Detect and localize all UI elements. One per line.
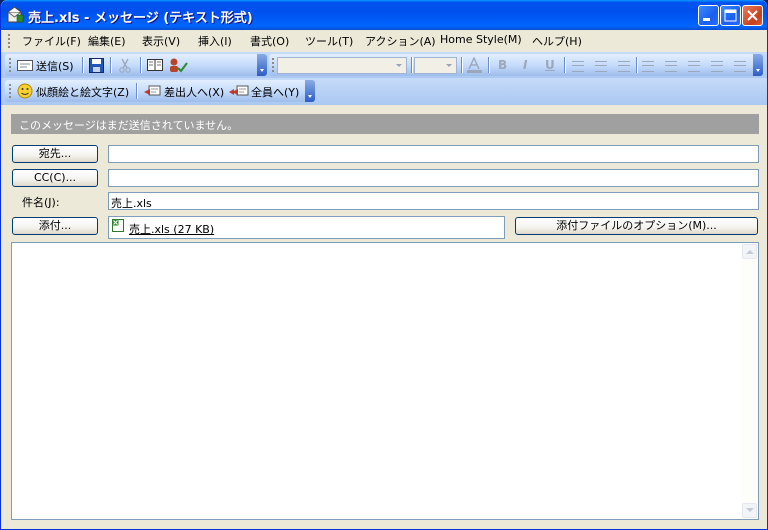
reply-sender-button[interactable]: 差出人へ(X) <box>164 84 224 100</box>
info-bar: このメッセージはまだ送信されていません。 <box>11 114 759 134</box>
toolbar-separator <box>140 57 142 73</box>
menu-grip[interactable] <box>8 34 11 50</box>
reply-all-button[interactable]: 全員へ(Y) <box>251 84 299 100</box>
toolbar-grip[interactable] <box>9 58 12 74</box>
toolbar-band-1: 送信(S) B I U <box>1 52 767 78</box>
menu-bar: ファイル(F) 編集(E) 表示(V) 挿入(I) 書式(O) ツール(T) ア… <box>1 30 767 51</box>
message-window: 売上.xls - メッセージ (テキスト形式) ファイル(F) 編集(E) 表示… <box>0 0 768 530</box>
cc-field[interactable] <box>108 169 759 187</box>
toolbar-overflow-button[interactable] <box>753 54 763 76</box>
align-left-icon[interactable] <box>572 61 584 72</box>
menu-actions[interactable]: アクション(A) <box>365 33 436 49</box>
subject-field[interactable]: 売上.xls <box>108 192 759 210</box>
decrease-indent-icon[interactable] <box>688 61 700 72</box>
toolbar-separator <box>564 57 566 73</box>
message-body[interactable] <box>11 242 759 520</box>
title-bar[interactable]: 売上.xls - メッセージ (テキスト形式) <box>1 0 767 30</box>
formatting-toolbar: B I U <box>269 54 763 76</box>
message-window-icon <box>7 6 24 23</box>
toolbar-grip[interactable] <box>272 58 275 74</box>
send-icon <box>17 60 33 71</box>
toolbar-grip[interactable] <box>9 84 12 100</box>
horizontal-line-icon[interactable] <box>734 61 746 72</box>
reply-toolbar: 似顔絵と絵文字(Z) 差出人へ(X) 全員へ(Y) <box>5 80 315 102</box>
toolbar-separator <box>411 57 413 73</box>
menu-view[interactable]: 表示(V) <box>142 33 180 49</box>
toolbar-separator <box>461 57 463 73</box>
reply-sender-icon <box>144 85 161 96</box>
toolbar-separator <box>636 57 638 73</box>
attachment-field[interactable]: 売上.xls (27 KB) <box>108 216 505 239</box>
menu-tools[interactable]: ツール(T) <box>305 33 353 49</box>
smiley-icon <box>17 83 33 99</box>
bold-button[interactable]: B <box>498 58 507 72</box>
bullet-list-icon[interactable] <box>642 61 654 72</box>
toolbar-overflow-button[interactable] <box>305 80 315 102</box>
font-name-combo[interactable] <box>277 57 407 74</box>
toolbar-overflow-button[interactable] <box>257 54 267 76</box>
italic-button[interactable]: I <box>523 58 527 72</box>
font-color-icon[interactable] <box>467 57 482 73</box>
cut-icon[interactable] <box>118 58 132 73</box>
menu-edit[interactable]: 編集(E) <box>88 33 126 49</box>
standard-toolbar: 送信(S) <box>5 54 267 76</box>
toolbar-separator <box>110 57 112 73</box>
attachment-link[interactable]: 売上.xls (27 KB) <box>129 221 214 237</box>
subject-field-value: 売上.xls <box>111 197 152 210</box>
reply-all-icon <box>229 85 249 96</box>
align-center-icon[interactable] <box>595 61 607 72</box>
address-book-icon[interactable] <box>147 59 163 71</box>
increase-indent-icon[interactable] <box>711 61 723 72</box>
toolbar-separator <box>136 83 138 99</box>
chevron-down-icon[interactable] <box>443 58 456 73</box>
save-icon[interactable] <box>89 58 104 73</box>
scroll-up-button[interactable] <box>742 244 757 259</box>
font-size-combo[interactable] <box>414 57 457 74</box>
close-icon <box>747 10 758 21</box>
numbered-list-icon[interactable] <box>665 61 677 72</box>
info-bar-text: このメッセージはまだ送信されていません。 <box>19 119 239 132</box>
attachment-options-button[interactable]: 添付ファイルのオプション(M)... <box>515 217 758 235</box>
toolbar-band-2: 似顔絵と絵文字(Z) 差出人へ(X) 全員へ(Y) <box>1 78 767 105</box>
minimize-icon <box>703 18 710 21</box>
toolbar-separator <box>488 57 490 73</box>
scroll-down-button[interactable] <box>742 503 757 518</box>
vertical-scrollbar[interactable] <box>741 243 758 519</box>
minimize-button[interactable] <box>698 5 719 26</box>
excel-file-icon <box>112 219 124 232</box>
check-names-icon[interactable] <box>168 57 188 74</box>
underline-button[interactable]: U <box>545 58 555 72</box>
maximize-button[interactable] <box>720 5 741 26</box>
menu-insert[interactable]: 挿入(I) <box>198 33 232 49</box>
close-button[interactable] <box>742 5 763 26</box>
menu-home-style[interactable]: Home Style(M) <box>440 33 522 46</box>
menu-format[interactable]: 書式(O) <box>250 33 289 49</box>
emoticon-button[interactable]: 似顔絵と絵文字(Z) <box>36 84 129 100</box>
toolbar-separator <box>82 57 84 73</box>
to-field[interactable] <box>108 145 759 163</box>
cc-button[interactable]: CC(C)... <box>12 169 98 187</box>
menu-file[interactable]: ファイル(F) <box>22 33 81 49</box>
attach-button[interactable]: 添付... <box>12 217 98 235</box>
subject-label: 件名(J): <box>22 196 60 209</box>
window-title: 売上.xls - メッセージ (テキスト形式) <box>28 11 253 26</box>
chevron-down-icon[interactable] <box>393 58 406 73</box>
align-right-icon[interactable] <box>618 61 630 72</box>
maximize-icon <box>724 9 737 22</box>
menu-help[interactable]: ヘルプ(H) <box>532 33 582 49</box>
to-button[interactable]: 宛先... <box>12 145 98 163</box>
send-button[interactable]: 送信(S) <box>36 58 74 74</box>
